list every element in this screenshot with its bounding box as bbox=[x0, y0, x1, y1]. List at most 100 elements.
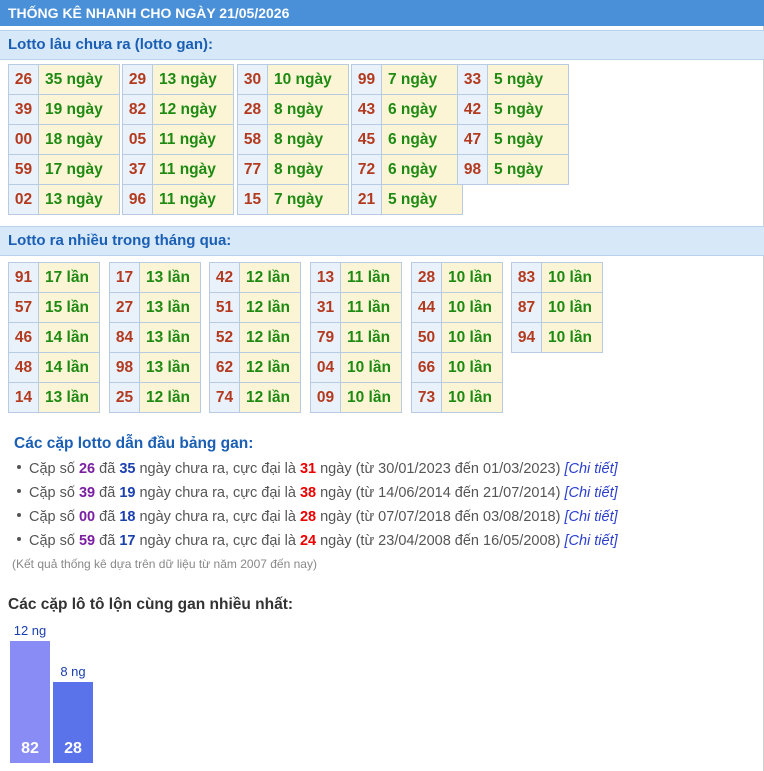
frequent-number: 66 bbox=[411, 352, 442, 383]
table-row: 43 6 ngày bbox=[351, 94, 463, 125]
table-row: 05 11 ngày bbox=[122, 124, 234, 155]
table-row: 87 10 lần bbox=[511, 292, 603, 323]
leader-text: ngày chưa ra, cực đại là bbox=[135, 485, 300, 501]
leader-range: ngày (từ 07/07/2018 đến 03/08/2018) bbox=[316, 509, 565, 525]
table-row: 13 11 lần bbox=[310, 262, 402, 293]
frequent-number: 17 bbox=[109, 262, 140, 293]
gan-number: 15 bbox=[237, 184, 268, 215]
table-row: 00 18 ngày bbox=[8, 124, 120, 155]
table-row: 73 10 lần bbox=[411, 382, 503, 413]
frequent-count: 14 lần bbox=[38, 352, 100, 383]
frequent-count: 10 lần bbox=[441, 382, 503, 413]
leaders-list: Cặp số 26 đã 35 ngày chưa ra, cực đại là… bbox=[14, 460, 618, 556]
frequent-count: 10 lần bbox=[340, 352, 402, 383]
gan-count: 35 ngày bbox=[38, 64, 120, 95]
frequent-count: 15 lần bbox=[38, 292, 100, 323]
frequent-number: 94 bbox=[511, 322, 542, 353]
leader-range: ngày (từ 14/06/2014 đến 21/07/2014) bbox=[316, 485, 565, 501]
table-row: 91 17 lần bbox=[8, 262, 100, 293]
frequent-count: 12 lần bbox=[139, 382, 201, 413]
frequent-number: 09 bbox=[310, 382, 341, 413]
frequent-number: 83 bbox=[511, 262, 542, 293]
gan-number: 21 bbox=[351, 184, 382, 215]
detail-link[interactable]: [Chi tiết] bbox=[564, 461, 617, 477]
leader-text: ngày chưa ra, cực đại là bbox=[135, 509, 300, 525]
bullet-icon bbox=[17, 537, 21, 542]
leader-text: đã bbox=[95, 533, 120, 549]
leader-text: ngày chưa ra, cực đại là bbox=[135, 461, 300, 477]
frequent-count: 10 lần bbox=[441, 292, 503, 323]
bar: 28 bbox=[53, 682, 93, 763]
frequent-table: 83 10 lần 87 10 lần 94 10 lần bbox=[511, 262, 603, 353]
list-item: Cặp số 26 đã 35 ngày chưa ra, cực đại là… bbox=[14, 460, 618, 484]
gan-table: 30 10 ngày 28 8 ngày 58 8 ngày 77 8 ngày 15 7 ngà… bbox=[237, 64, 349, 215]
leader-number: 59 bbox=[78, 533, 96, 549]
frequent-count: 14 lần bbox=[38, 322, 100, 353]
frequent-count: 10 lần bbox=[340, 382, 402, 413]
frequent-number: 79 bbox=[310, 322, 341, 353]
leader-text: đã bbox=[95, 485, 120, 501]
gan-count: 7 ngày bbox=[381, 64, 463, 95]
list-item: Cặp số 00 đã 18 ngày chưa ra, cực đại là… bbox=[14, 508, 618, 532]
leader-text: đã bbox=[95, 461, 120, 477]
table-row: 29 13 ngày bbox=[122, 64, 234, 95]
leader-days: 19 bbox=[119, 485, 136, 501]
frequent-number: 98 bbox=[109, 352, 140, 383]
detail-link[interactable]: [Chi tiết] bbox=[564, 485, 617, 501]
frequent-number: 13 bbox=[310, 262, 341, 293]
leader-prefix: Cặp số bbox=[29, 461, 79, 477]
gan-table: 99 7 ngày 43 6 ngày 45 6 ngày 72 6 ngày 21 5 ngày bbox=[351, 64, 463, 215]
frequent-count: 10 lần bbox=[441, 352, 503, 383]
gan-count: 17 ngày bbox=[38, 154, 120, 185]
leader-prefix: Cặp số bbox=[29, 485, 79, 501]
frequent-number: 87 bbox=[511, 292, 542, 323]
gan-number: 43 bbox=[351, 94, 382, 125]
gan-count: 11 ngày bbox=[152, 184, 234, 215]
table-row: 21 5 ngày bbox=[351, 184, 463, 215]
gan-count: 5 ngày bbox=[381, 184, 463, 215]
frequent-number: 62 bbox=[209, 352, 240, 383]
detail-link[interactable]: [Chi tiết] bbox=[564, 509, 617, 525]
gan-table: 29 13 ngày 82 12 ngày 05 11 ngày 37 11 ngày 96 11… bbox=[122, 64, 234, 215]
gan-count: 8 ngày bbox=[267, 94, 349, 125]
table-row: 79 11 lần bbox=[310, 322, 402, 353]
frequent-count: 12 lần bbox=[239, 352, 301, 383]
gan-number: 39 bbox=[8, 94, 39, 125]
frequent-count: 12 lần bbox=[239, 382, 301, 413]
gan-table: 33 5 ngày 42 5 ngày 47 5 ngày 98 5 ngày bbox=[457, 64, 569, 185]
detail-link[interactable]: [Chi tiết] bbox=[564, 533, 617, 549]
table-row: 25 12 lần bbox=[109, 382, 201, 413]
gan-number: 72 bbox=[351, 154, 382, 185]
table-row: 26 35 ngày bbox=[8, 64, 120, 95]
gan-number: 42 bbox=[457, 94, 488, 125]
gan-section-title: Lotto lâu chưa ra (lotto gan): bbox=[0, 30, 764, 60]
leader-number: 39 bbox=[78, 485, 96, 501]
frequent-number: 44 bbox=[411, 292, 442, 323]
frequent-count: 12 lần bbox=[239, 322, 301, 353]
table-row: 48 14 lần bbox=[8, 352, 100, 383]
bullet-icon bbox=[17, 513, 21, 518]
gan-number: 96 bbox=[122, 184, 153, 215]
gan-number: 28 bbox=[237, 94, 268, 125]
frequent-number: 91 bbox=[8, 262, 39, 293]
gan-count: 5 ngày bbox=[487, 94, 569, 125]
leader-days: 18 bbox=[119, 509, 136, 525]
gan-count: 6 ngày bbox=[381, 154, 463, 185]
leader-days: 17 bbox=[119, 533, 136, 549]
frequent-number: 50 bbox=[411, 322, 442, 353]
list-item: Cặp số 39 đã 19 ngày chưa ra, cực đại là… bbox=[14, 484, 618, 508]
leader-max: 28 bbox=[299, 509, 317, 525]
gan-number: 99 bbox=[351, 64, 382, 95]
table-row: 09 10 lần bbox=[310, 382, 402, 413]
frequent-count: 13 lần bbox=[139, 322, 201, 353]
gan-table: 26 35 ngày 39 19 ngày 00 18 ngày 59 17 ngày 02 13… bbox=[8, 64, 120, 215]
gan-count: 6 ngày bbox=[381, 124, 463, 155]
frequent-number: 27 bbox=[109, 292, 140, 323]
leader-days: 35 bbox=[119, 461, 136, 477]
gan-number: 00 bbox=[8, 124, 39, 155]
frequent-count: 11 lần bbox=[340, 292, 402, 323]
gan-count: 19 ngày bbox=[38, 94, 120, 125]
frequent-count: 13 lần bbox=[139, 262, 201, 293]
frequent-count: 10 lần bbox=[541, 322, 603, 353]
frequent-count: 10 lần bbox=[441, 322, 503, 353]
